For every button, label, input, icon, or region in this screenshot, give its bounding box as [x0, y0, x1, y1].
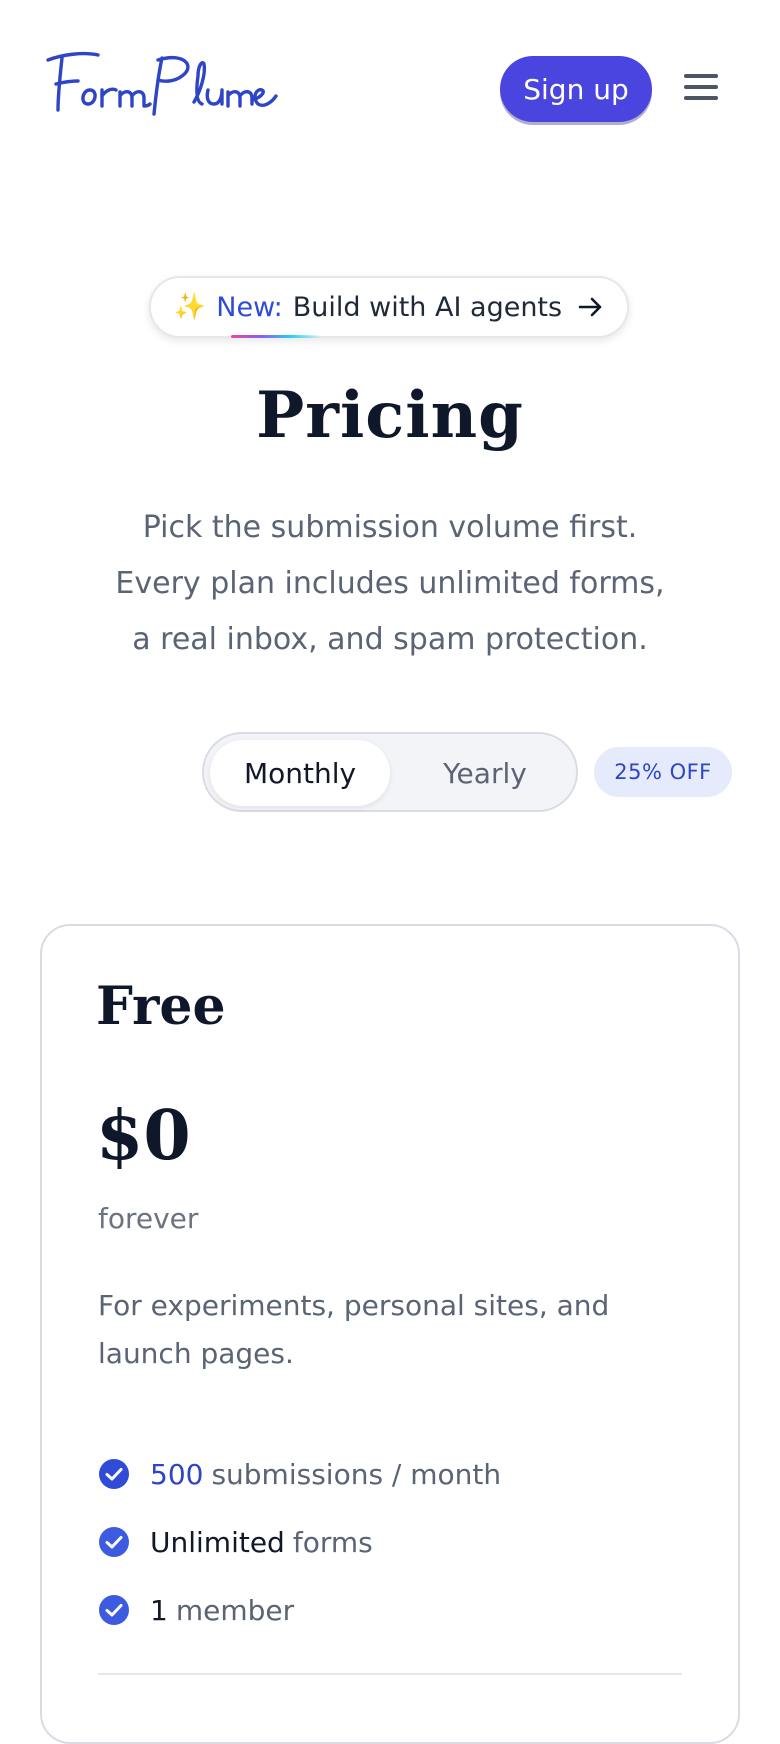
- sign-up-button[interactable]: Sign up: [500, 56, 652, 122]
- form-plume-logo[interactable]: [44, 46, 280, 124]
- billing-option-yearly[interactable]: Yearly: [400, 740, 570, 806]
- feature-text: forms: [292, 1525, 373, 1559]
- announcement-text: Build with AI agents: [292, 291, 563, 323]
- page-title: Pricing: [256, 378, 524, 453]
- announcement-new-label: New:: [216, 291, 283, 323]
- page-subtitle: Pick the submission volume first. Every …: [90, 500, 690, 668]
- feature-item: 500 submissions / month: [98, 1440, 688, 1508]
- sparkles-icon: ✨: [173, 292, 207, 322]
- feature-text: submissions / month: [211, 1457, 502, 1491]
- menu-bar: [684, 85, 718, 89]
- menu-bar: [684, 96, 718, 100]
- menu-bar: [684, 74, 718, 78]
- yearly-discount-badge: 25% OFF: [594, 747, 732, 797]
- check-circle-icon: [99, 1459, 129, 1489]
- announcement-gradient-underline: [231, 335, 321, 338]
- billing-option-monthly[interactable]: Monthly: [210, 740, 390, 806]
- plan-name: Free: [96, 976, 226, 1037]
- plan-feature-list: 500 submissions / month Unlimited forms …: [98, 1440, 688, 1644]
- feature-item: 1 member: [98, 1576, 688, 1644]
- hamburger-menu-icon[interactable]: [684, 74, 718, 104]
- billing-period-toggle: Monthly Yearly: [202, 732, 578, 812]
- subtitle-line: Every plan includes unlimited forms,: [115, 566, 665, 601]
- feature-item: Unlimited forms: [98, 1508, 688, 1576]
- arrow-right-icon: [578, 297, 602, 317]
- feature-lead: Unlimited: [150, 1525, 285, 1559]
- plan-card-divider: [98, 1673, 682, 1675]
- check-circle-icon: [99, 1527, 129, 1557]
- plan-billing-period: forever: [98, 1202, 199, 1235]
- subtitle-line: a real inbox, and spam protection.: [132, 622, 648, 657]
- logo-wordmark-graphic: [46, 51, 278, 116]
- subtitle-line: Pick the submission volume first.: [142, 510, 638, 545]
- plan-price: $0: [96, 1096, 191, 1176]
- site-header: Sign up: [0, 0, 780, 180]
- feature-lead: 500: [150, 1457, 204, 1491]
- check-circle-icon: [99, 1595, 129, 1625]
- announcement-pill[interactable]: ✨ New: Build with AI agents: [149, 276, 629, 338]
- plan-description: For experiments, personal sites, and lau…: [98, 1289, 610, 1370]
- feature-text: member: [175, 1593, 295, 1627]
- feature-lead: 1: [150, 1593, 168, 1627]
